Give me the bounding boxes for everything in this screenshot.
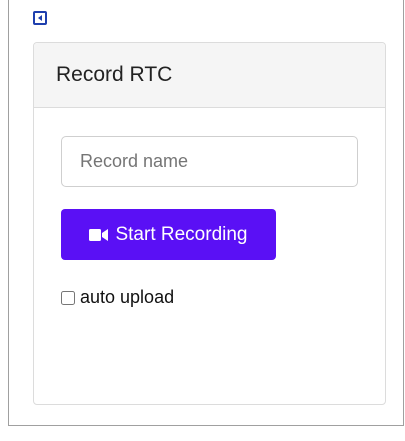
card-header: Record RTC [34,43,385,108]
record-name-input[interactable] [61,136,358,187]
start-recording-button[interactable]: Start Recording [61,209,276,260]
video-camera-icon [89,228,109,242]
auto-upload-label: auto upload [80,287,175,307]
record-rtc-card: Record RTC Start Recording auto upload [33,42,386,405]
auto-upload-option[interactable]: auto upload [61,287,174,308]
auto-upload-checkbox[interactable] [61,290,75,305]
collapse-panel-button[interactable] [33,11,47,25]
caret-left-icon [38,15,42,21]
start-recording-label: Start Recording [115,223,248,245]
card-title: Record RTC [56,63,173,86]
